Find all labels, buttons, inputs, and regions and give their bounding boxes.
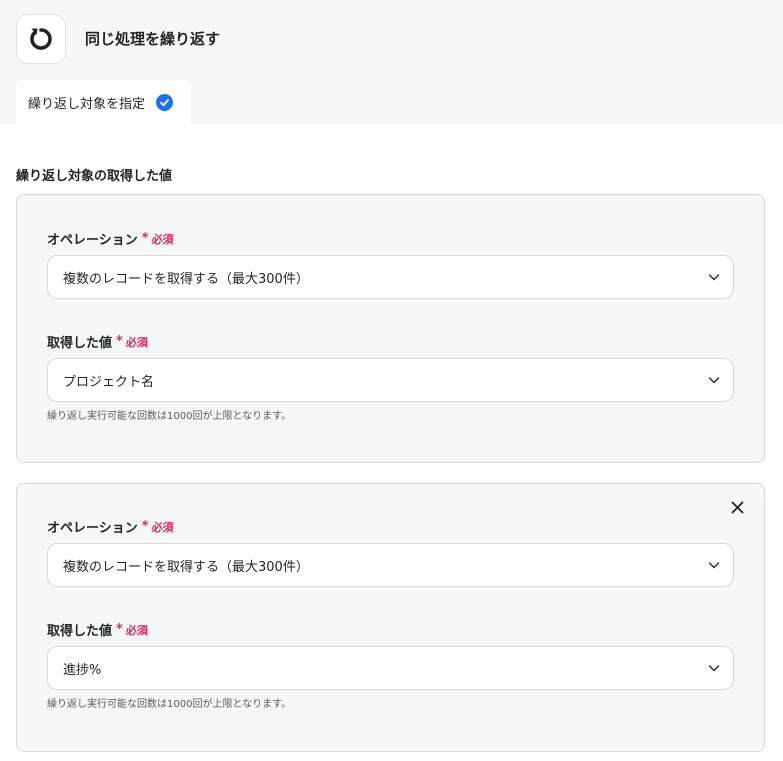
select-value: 複数のレコードを取得する（最大300件） (63, 559, 309, 575)
operation-select[interactable]: 複数のレコードを取得する（最大300件） (47, 543, 734, 587)
select-value: 進捗% (63, 662, 102, 678)
required-text: 必須 (125, 335, 148, 349)
section-label: 繰り返し対象の取得した値 (16, 169, 173, 184)
required-asterisk: * (116, 622, 123, 637)
required-asterisk: * (116, 334, 123, 349)
limit-hint: 繰り返し実行可能な回数は1000回が上限となります。 (47, 411, 292, 422)
page-title: 同じ処理を繰り返す (85, 30, 221, 48)
required-text: 必須 (125, 623, 148, 637)
required-asterisk: * (141, 231, 149, 246)
operation-label: オペレーション * 必須 (47, 231, 174, 248)
tab-label: 繰り返し対象を指定 (28, 96, 146, 112)
acquired-value-label: 取得した値 * 必須 (47, 622, 148, 639)
loop-icon (30, 28, 52, 50)
acquired-value-select[interactable]: プロジェクト名 (47, 358, 734, 402)
repeat-condition-card: オペレーション * 必須 複数のレコードを取得する（最大300件） 取得した値 … (16, 194, 765, 463)
close-icon (731, 501, 743, 513)
required-asterisk: * (141, 519, 149, 534)
header-area: 同じ処理を繰り返す 繰り返し対象を指定 (0, 0, 783, 124)
chevron-down-icon (708, 377, 720, 384)
chevron-down-icon (708, 562, 720, 569)
operation-select[interactable]: 複数のレコードを取得する（最大300件） (47, 255, 734, 299)
remove-card-button[interactable] (728, 498, 746, 516)
acquired-value-label: 取得した値 * 必須 (47, 334, 148, 351)
acquired-value-select[interactable]: 進捗% (47, 646, 734, 690)
limit-hint: 繰り返し実行可能な回数は1000回が上限となります。 (47, 699, 292, 710)
chevron-down-icon (708, 665, 720, 672)
required-text: 必須 (151, 520, 174, 534)
tab-repeat-target[interactable]: 繰り返し対象を指定 (16, 80, 191, 124)
chevron-down-icon (708, 274, 720, 281)
operation-label: オペレーション * 必須 (47, 519, 174, 536)
repeat-condition-card: オペレーション * 必須 複数のレコードを取得する（最大300件） 取得した値 … (16, 483, 765, 752)
select-value: 複数のレコードを取得する（最大300件） (63, 271, 309, 287)
select-value: プロジェクト名 (63, 374, 155, 390)
app-icon-box (16, 14, 66, 64)
check-circle-icon (156, 93, 174, 111)
required-text: 必須 (151, 232, 174, 246)
